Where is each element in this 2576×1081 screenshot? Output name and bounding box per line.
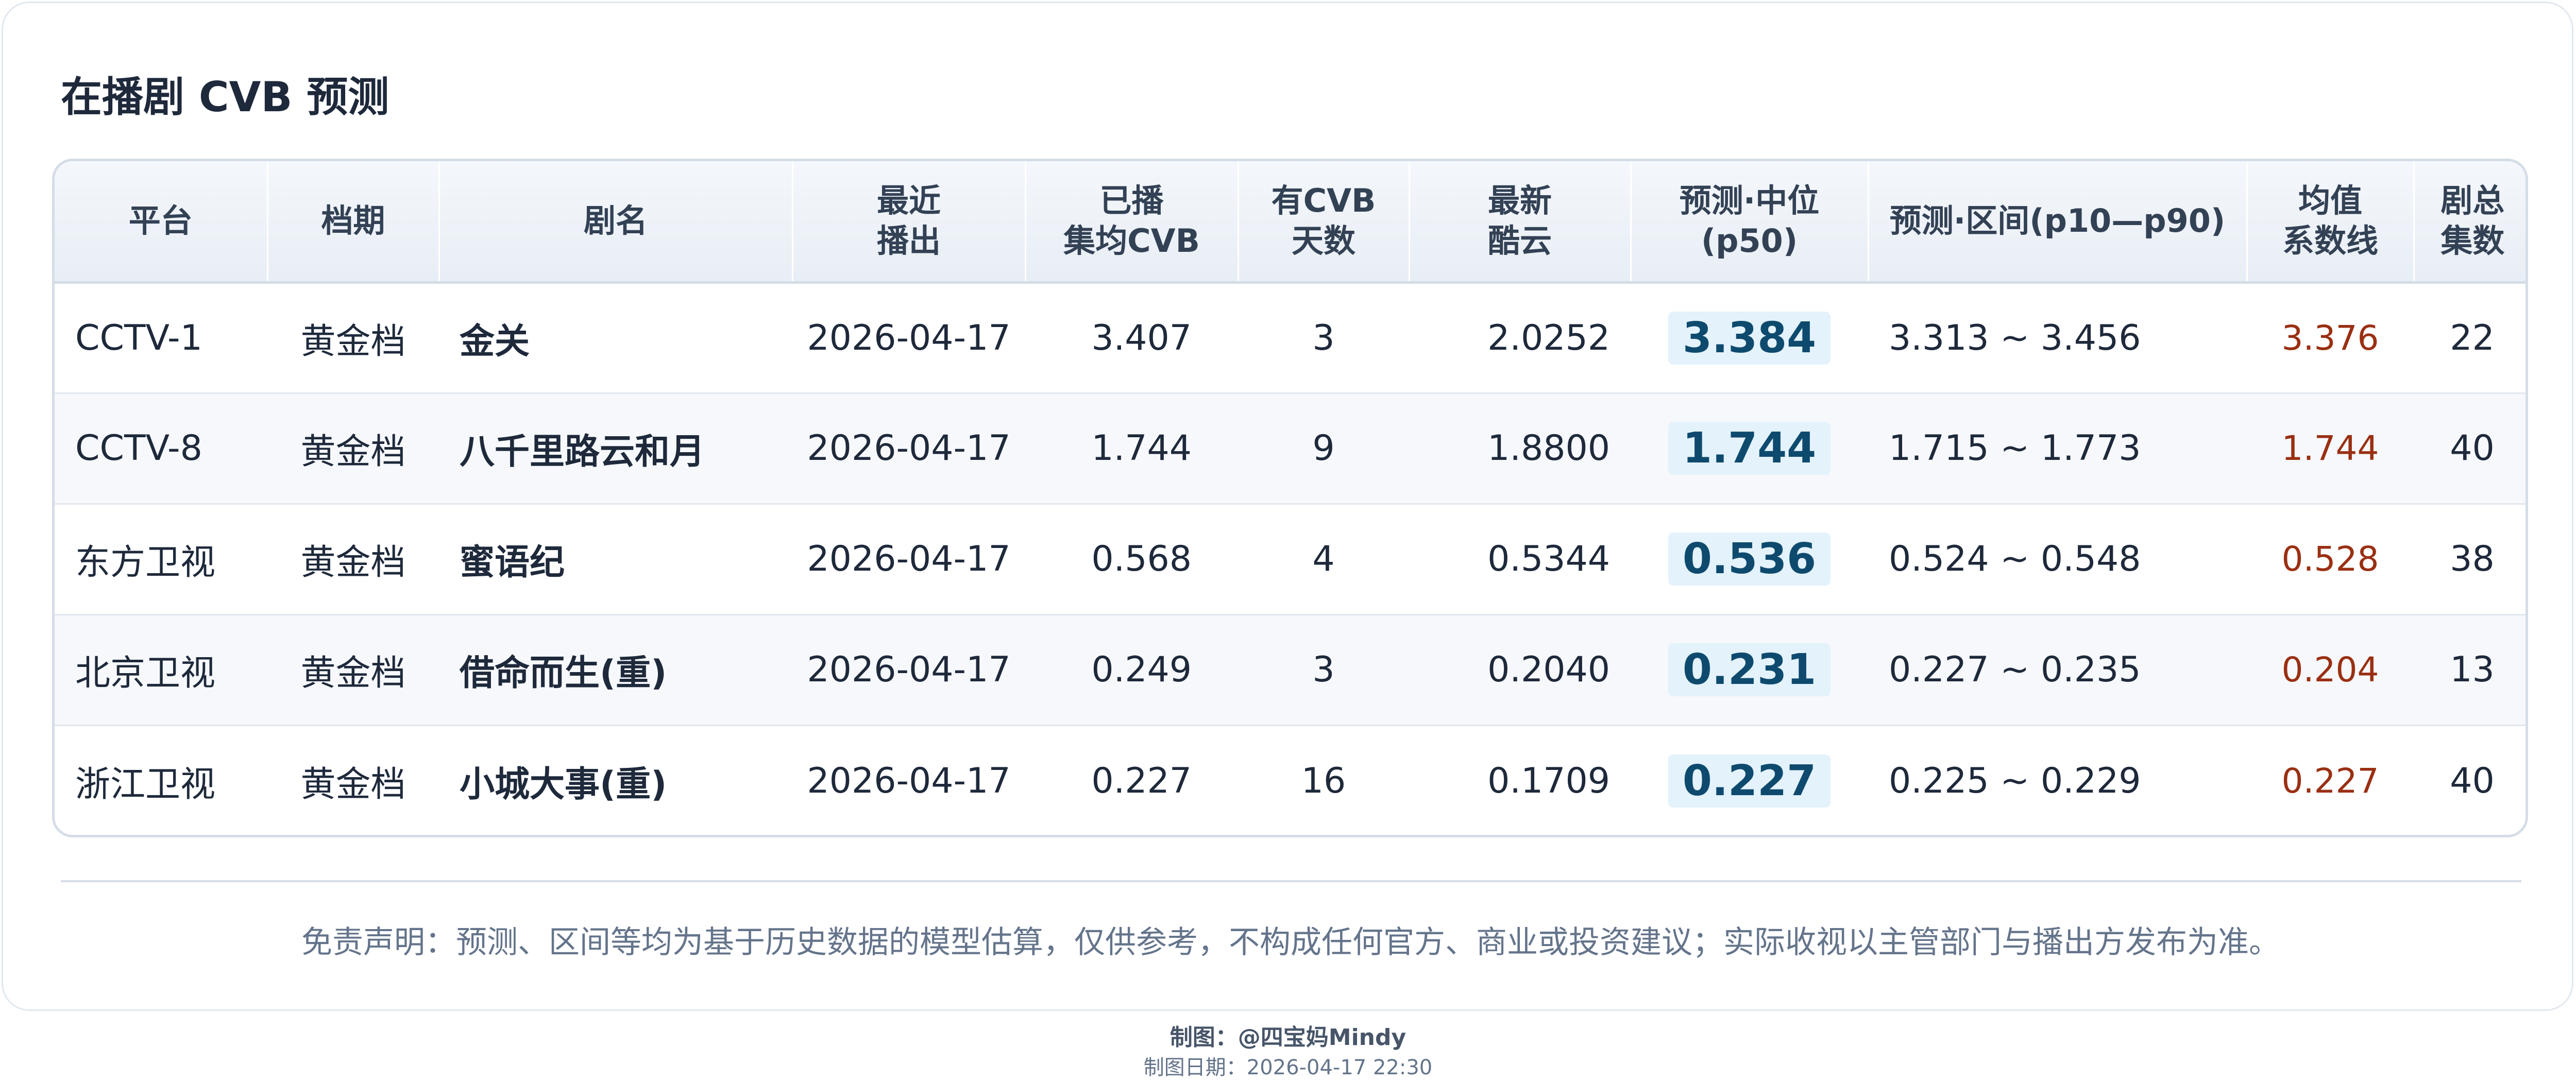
cell-latest-kuyun: 0.1709 bbox=[1487, 760, 1610, 801]
cell-total-episodes: 40 bbox=[2450, 760, 2495, 801]
forecast-median-value: 0.231 bbox=[1668, 643, 1831, 696]
forecast-median-value: 1.744 bbox=[1668, 422, 1831, 475]
cell-latest-air: 2026-04-17 bbox=[807, 760, 1011, 801]
header-total-episodes: 剧总 集数 bbox=[2414, 161, 2526, 284]
cell-latest-kuyun: 2.0252 bbox=[1409, 282, 1631, 394]
credit-date: 制图日期：2026-04-17 22:30 bbox=[1143, 1056, 1433, 1079]
cell-forecast-median: 3.384 bbox=[1631, 282, 1868, 394]
cell-cvb-days: 3 bbox=[1238, 282, 1409, 394]
cell-slot: 黄金档 bbox=[267, 614, 439, 726]
forecast-median-value: 0.227 bbox=[1668, 754, 1831, 808]
header-latest-kuyun: 最新 酷云 bbox=[1409, 161, 1632, 284]
cell-slot: 黄金档 bbox=[267, 282, 439, 394]
forecast-table-container: 平台 档期 剧名 最近 播出 已播 集均CVB 有CVB 天数 最新 酷云 预测·中位(… bbox=[52, 159, 2528, 837]
table-row: 浙江卫视 黄金档 小城大事(重) 2026-04-17 0.227 16 0.1… bbox=[55, 725, 2526, 835]
cell-latest-air: 2026-04-17 bbox=[792, 504, 1025, 615]
cell-platform: 东方卫视 bbox=[55, 504, 267, 615]
header-cvb-days: 有CVB 天数 bbox=[1238, 161, 1410, 284]
cell-drama: 小城大事(重) bbox=[460, 764, 667, 805]
cell-slot: 黄金档 bbox=[300, 764, 406, 805]
cell-drama: 蜜语纪 bbox=[439, 504, 792, 615]
cell-latest-kuyun: 0.5344 bbox=[1409, 504, 1631, 615]
cell-forecast-range: 0.227 ~ 0.235 bbox=[1868, 614, 2247, 726]
forecast-table: 平台 档期 剧名 最近 播出 已播 集均CVB 有CVB 天数 最新 酷云 预测·中位(… bbox=[55, 161, 2526, 835]
cell-mean-line: 0.227 bbox=[2281, 761, 2379, 801]
cell-forecast-median: 0.231 bbox=[1631, 614, 1868, 726]
cell-cvb-days: 16 bbox=[1301, 760, 1346, 801]
cell-platform: CCTV-1 bbox=[55, 282, 267, 394]
cell-forecast-range: 0.524 ~ 0.548 bbox=[1868, 504, 2247, 615]
cell-avg-cvb: 0.227 bbox=[1091, 760, 1192, 801]
cell-drama: 八千里路云和月 bbox=[439, 393, 792, 505]
table-row: CCTV-8 黄金档 八千里路云和月 2026-04-17 1.744 9 1.… bbox=[55, 393, 2526, 505]
cell-drama: 借命而生(重) bbox=[439, 614, 792, 726]
cell-mean-line: 1.744 bbox=[2247, 393, 2414, 505]
cell-latest-air: 2026-04-17 bbox=[792, 393, 1025, 505]
cell-mean-line: 3.376 bbox=[2247, 282, 2414, 394]
cell-latest-kuyun: 0.2040 bbox=[1409, 614, 1631, 726]
header-forecast-median: 预测·中位 (p50) bbox=[1631, 161, 1869, 284]
forecast-median-value: 3.384 bbox=[1668, 311, 1831, 365]
header-drama: 剧名 bbox=[439, 161, 793, 284]
cell-avg-cvb: 0.249 bbox=[1025, 614, 1238, 726]
cell-mean-line: 0.204 bbox=[2247, 614, 2414, 726]
cell-cvb-days: 9 bbox=[1238, 393, 1409, 505]
divider bbox=[61, 880, 2521, 882]
cell-latest-air: 2026-04-17 bbox=[792, 614, 1025, 726]
header-latest-air: 最近 播出 bbox=[792, 161, 1026, 284]
cell-total-episodes: 38 bbox=[2414, 504, 2526, 615]
cell-slot: 黄金档 bbox=[267, 504, 439, 615]
cell-latest-kuyun: 1.8800 bbox=[1409, 393, 1631, 505]
header-slot: 档期 bbox=[267, 161, 440, 284]
header-platform: 平台 bbox=[55, 161, 268, 284]
cell-forecast-range: 1.715 ~ 1.773 bbox=[1868, 393, 2247, 505]
cell-cvb-days: 4 bbox=[1238, 504, 1409, 615]
cell-forecast-median: 0.227 bbox=[1631, 725, 1868, 835]
cell-total-episodes: 22 bbox=[2414, 282, 2526, 394]
cell-avg-cvb: 3.407 bbox=[1025, 282, 1238, 394]
cell-total-episodes: 13 bbox=[2414, 614, 2526, 726]
cell-platform: 浙江卫视 bbox=[75, 764, 216, 805]
header-avg-cvb: 已播 集均CVB bbox=[1025, 161, 1239, 284]
forecast-median-value: 0.536 bbox=[1668, 533, 1831, 586]
header-mean-line: 均值 系数线 bbox=[2247, 161, 2415, 284]
table-row: 北京卫视 黄金档 借命而生(重) 2026-04-17 0.249 3 0.20… bbox=[55, 614, 2526, 726]
forecast-card: 在播剧 CVB 预测 平台 档期 剧名 最近 播出 已播 集均CVB 有CVB … bbox=[2, 2, 2573, 1011]
table-row: 东方卫视 黄金档 蜜语纪 2026-04-17 0.568 4 0.5344 0… bbox=[55, 504, 2526, 615]
cell-cvb-days: 3 bbox=[1238, 614, 1409, 726]
cell-slot: 黄金档 bbox=[267, 393, 439, 505]
cell-avg-cvb: 0.568 bbox=[1025, 504, 1238, 615]
cell-forecast-range: 0.225 ~ 0.229 bbox=[1889, 760, 2141, 801]
credit-author: 制图：@四宝妈Mindy bbox=[1170, 1024, 1406, 1051]
cell-forecast-median: 0.536 bbox=[1631, 504, 1868, 615]
disclaimer-text: 免责声明：预测、区间等均为基于历史数据的模型估算，仅供参考，不构成任何官方、商业… bbox=[301, 924, 2280, 960]
cell-mean-line: 0.528 bbox=[2247, 504, 2414, 615]
table-row: CCTV-1 黄金档 金关 2026-04-17 3.407 3 2.0252 … bbox=[55, 282, 2526, 394]
cell-avg-cvb: 1.744 bbox=[1025, 393, 1238, 505]
cell-drama: 金关 bbox=[439, 282, 792, 394]
table-header-row: 平台 档期 剧名 最近 播出 已播 集均CVB 有CVB 天数 最新 酷云 预测·中位(… bbox=[55, 161, 2526, 284]
cell-forecast-median: 1.744 bbox=[1631, 393, 1868, 505]
cell-total-episodes: 40 bbox=[2414, 393, 2526, 505]
cell-forecast-range: 3.313 ~ 3.456 bbox=[1868, 282, 2247, 394]
cell-platform: CCTV-8 bbox=[55, 393, 267, 505]
cell-latest-air: 2026-04-17 bbox=[792, 282, 1025, 394]
cell-platform: 北京卫视 bbox=[55, 614, 267, 726]
header-forecast-range: 预测·区间(p10—p90) bbox=[1868, 161, 2248, 284]
page-title: 在播剧 CVB 预测 bbox=[61, 73, 389, 121]
